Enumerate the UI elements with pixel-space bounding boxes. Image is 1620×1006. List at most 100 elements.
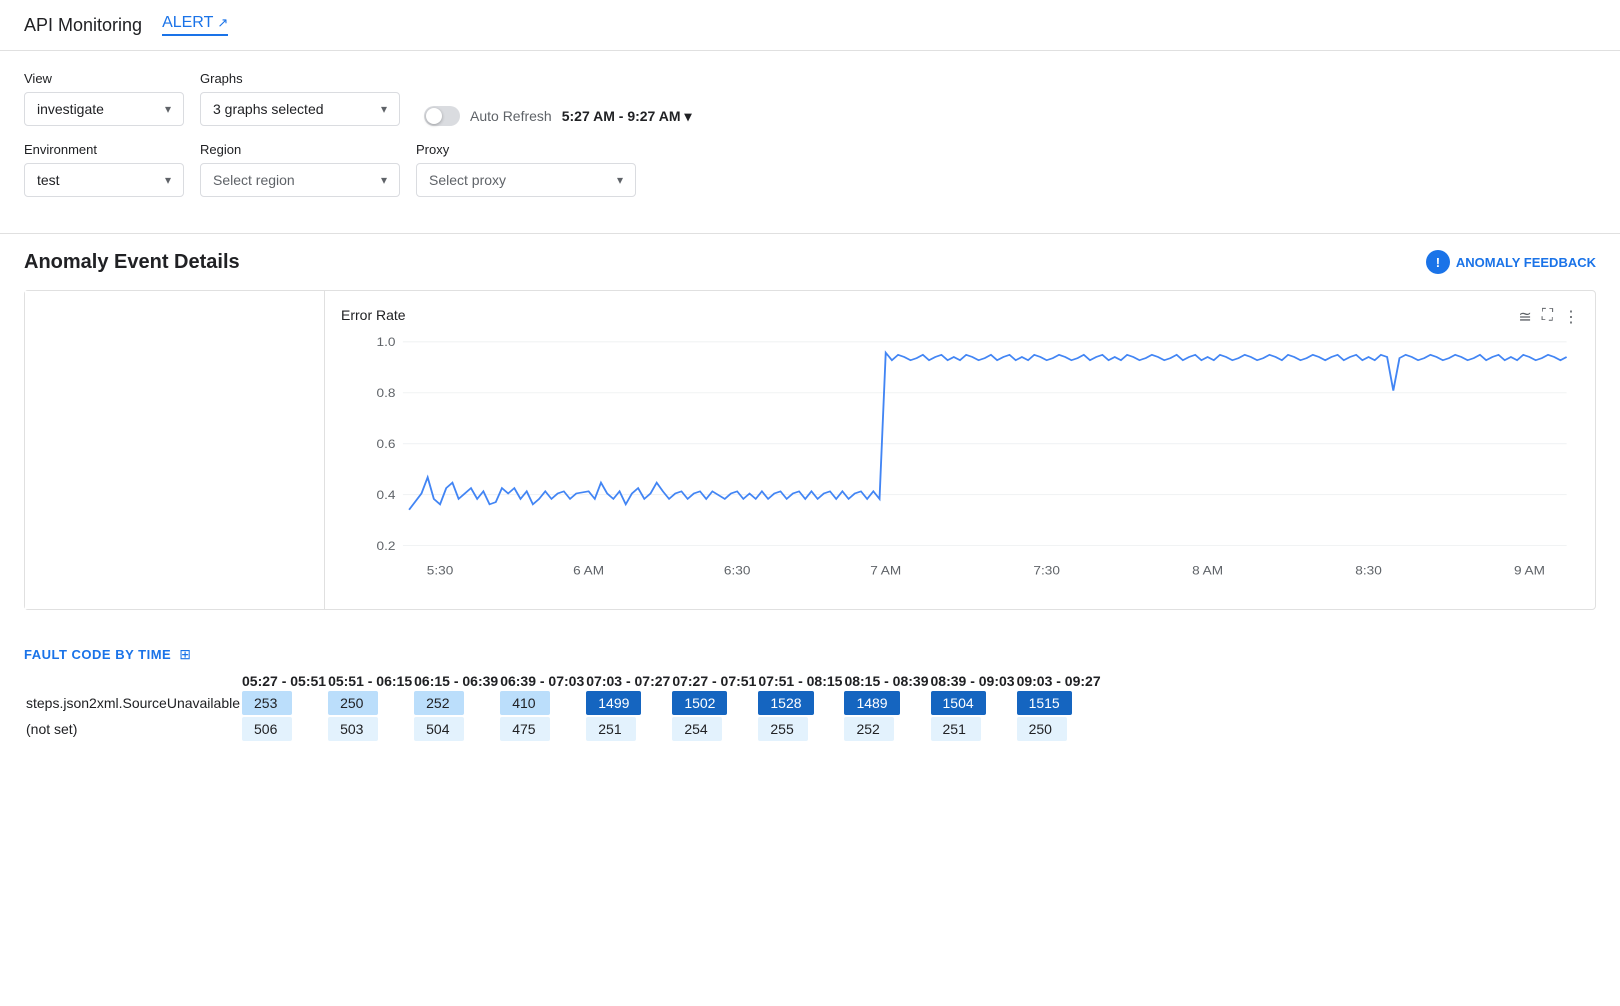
col-header-2: 06:15 - 06:39: [414, 673, 498, 689]
col-header-name: [26, 673, 240, 689]
fault-value-cell: 1502: [672, 691, 756, 715]
export-icon[interactable]: ⊞: [179, 646, 191, 663]
graphs-dropdown[interactable]: 3 graphs selected ▾: [200, 92, 400, 126]
time-range-chevron: ▾: [685, 108, 692, 125]
auto-refresh-group: Auto Refresh 5:27 AM - 9:27 AM ▾: [424, 106, 692, 126]
error-rate-chart: 1.0 0.8 0.6 0.4 0.2 5:30 6 AM 6:30 7 AM …: [341, 331, 1579, 591]
feedback-icon: !: [1426, 250, 1450, 274]
fault-value-cell: 251: [931, 717, 1015, 741]
fault-value-cell: 503: [328, 717, 412, 741]
fault-value-cell: 1528: [758, 691, 842, 715]
page-title: API Monitoring: [24, 15, 142, 36]
table-row: (not set)506503504475251254255252251250: [26, 717, 1101, 741]
anomaly-section-header: Anomaly Event Details ! ANOMALY FEEDBACK: [24, 250, 1596, 274]
time-range-picker[interactable]: 5:27 AM - 9:27 AM ▾: [562, 108, 692, 125]
error-rate-chart-title: Error Rate: [341, 307, 406, 323]
controls-row-2: Environment test ▾ Region Select region …: [24, 142, 1596, 197]
svg-text:6 AM: 6 AM: [573, 564, 604, 578]
chart-right-panel: Error Rate ≅ ⛶ ⋮ 1.0 0.8 0.6: [325, 291, 1595, 609]
auto-refresh-label: Auto Refresh: [470, 108, 552, 124]
chart-svg: 1.0 0.8 0.6 0.4 0.2 5:30 6 AM 6:30 7 AM …: [341, 331, 1579, 591]
proxy-label: Proxy: [416, 142, 636, 157]
fault-value-cell: 1504: [931, 691, 1015, 715]
view-dropdown[interactable]: investigate ▾: [24, 92, 184, 126]
toggle-knob: [426, 108, 442, 124]
graphs-label: Graphs: [200, 71, 400, 86]
fault-table-header: FAULT CODE BY TIME ⊞: [24, 646, 1596, 663]
fault-table-title: FAULT CODE BY TIME: [24, 647, 171, 662]
view-label: View: [24, 71, 184, 86]
svg-text:8:30: 8:30: [1355, 564, 1381, 578]
environment-dropdown[interactable]: test ▾: [24, 163, 184, 197]
col-header-7: 08:15 - 08:39: [844, 673, 928, 689]
svg-text:6:30: 6:30: [724, 564, 750, 578]
region-dropdown-arrow: ▾: [381, 173, 387, 187]
col-header-1: 05:51 - 06:15: [328, 673, 412, 689]
environment-dropdown-arrow: ▾: [165, 173, 171, 187]
chart-area: Error Rate ≅ ⛶ ⋮ 1.0 0.8 0.6: [24, 290, 1596, 610]
region-control: Region Select region ▾: [200, 142, 400, 197]
svg-text:1.0: 1.0: [377, 335, 396, 349]
environment-control: Environment test ▾: [24, 142, 184, 197]
environment-label: Environment: [24, 142, 184, 157]
controls-panel: View investigate ▾ Graphs 3 graphs selec…: [0, 51, 1620, 233]
col-header-9: 09:03 - 09:27: [1017, 673, 1101, 689]
proxy-dropdown-arrow: ▾: [617, 173, 623, 187]
fault-value-cell: 475: [500, 717, 584, 741]
fault-value-cell: 255: [758, 717, 842, 741]
alert-link[interactable]: ALERT ↗: [162, 14, 228, 36]
col-header-0: 05:27 - 05:51: [242, 673, 326, 689]
fault-value-cell: 1499: [586, 691, 670, 715]
col-header-3: 06:39 - 07:03: [500, 673, 584, 689]
col-header-4: 07:03 - 07:27: [586, 673, 670, 689]
external-link-icon: ↗: [217, 15, 228, 31]
svg-text:0.6: 0.6: [377, 437, 396, 451]
graphs-dropdown-arrow: ▾: [381, 102, 387, 116]
page-header: API Monitoring ALERT ↗: [0, 0, 1620, 51]
fault-value-cell: 1489: [844, 691, 928, 715]
fault-value-cell: 506: [242, 717, 326, 741]
controls-row-1: View investigate ▾ Graphs 3 graphs selec…: [24, 71, 1596, 126]
fault-table-header-row: 05:27 - 05:51 05:51 - 06:15 06:15 - 06:3…: [26, 673, 1101, 689]
fault-value-cell: 254: [672, 717, 756, 741]
fault-value-cell: 252: [844, 717, 928, 741]
expand-icon[interactable]: ⛶: [1542, 307, 1553, 327]
col-header-8: 08:39 - 09:03: [931, 673, 1015, 689]
auto-refresh-toggle[interactable]: [424, 106, 460, 126]
proxy-control: Proxy Select proxy ▾: [416, 142, 636, 197]
fault-table-wrapper: 05:27 - 05:51 05:51 - 06:15 06:15 - 06:3…: [24, 671, 1596, 743]
svg-text:8 AM: 8 AM: [1192, 564, 1223, 578]
more-icon[interactable]: ⋮: [1563, 307, 1579, 327]
filter-icon[interactable]: ≅: [1518, 307, 1531, 327]
svg-text:0.2: 0.2: [377, 539, 396, 553]
fault-value-cell: 250: [1017, 717, 1101, 741]
fault-value-cell: 1515: [1017, 691, 1101, 715]
svg-text:5:30: 5:30: [427, 564, 453, 578]
proxy-dropdown[interactable]: Select proxy ▾: [416, 163, 636, 197]
anomaly-section: Anomaly Event Details ! ANOMALY FEEDBACK…: [0, 233, 1620, 646]
chart-left-panel: [25, 291, 325, 609]
graphs-control: Graphs 3 graphs selected ▾: [200, 71, 400, 126]
fault-value-cell: 253: [242, 691, 326, 715]
svg-text:7 AM: 7 AM: [870, 564, 901, 578]
view-control: View investigate ▾: [24, 71, 184, 126]
fault-name-cell[interactable]: steps.json2xml.SourceUnavailable: [26, 691, 240, 715]
col-header-5: 07:27 - 07:51: [672, 673, 756, 689]
view-dropdown-arrow: ▾: [165, 102, 171, 116]
fault-value-cell: 252: [414, 691, 498, 715]
svg-text:7:30: 7:30: [1033, 564, 1059, 578]
fault-table: 05:27 - 05:51 05:51 - 06:15 06:15 - 06:3…: [24, 671, 1103, 743]
svg-text:0.8: 0.8: [377, 386, 396, 400]
fault-value-cell: 251: [586, 717, 670, 741]
fault-name-cell[interactable]: (not set): [26, 717, 240, 741]
anomaly-feedback-button[interactable]: ! ANOMALY FEEDBACK: [1426, 250, 1596, 274]
fault-value-cell: 410: [500, 691, 584, 715]
fault-value-cell: 250: [328, 691, 412, 715]
fault-section: FAULT CODE BY TIME ⊞ 05:27 - 05:51 05:51…: [0, 646, 1620, 763]
anomaly-section-title: Anomaly Event Details: [24, 251, 240, 274]
fault-value-cell: 504: [414, 717, 498, 741]
chart-toolbar: ≅ ⛶ ⋮: [1518, 307, 1579, 327]
region-dropdown[interactable]: Select region ▾: [200, 163, 400, 197]
svg-text:0.4: 0.4: [377, 488, 396, 502]
table-row: steps.json2xml.SourceUnavailable25325025…: [26, 691, 1101, 715]
